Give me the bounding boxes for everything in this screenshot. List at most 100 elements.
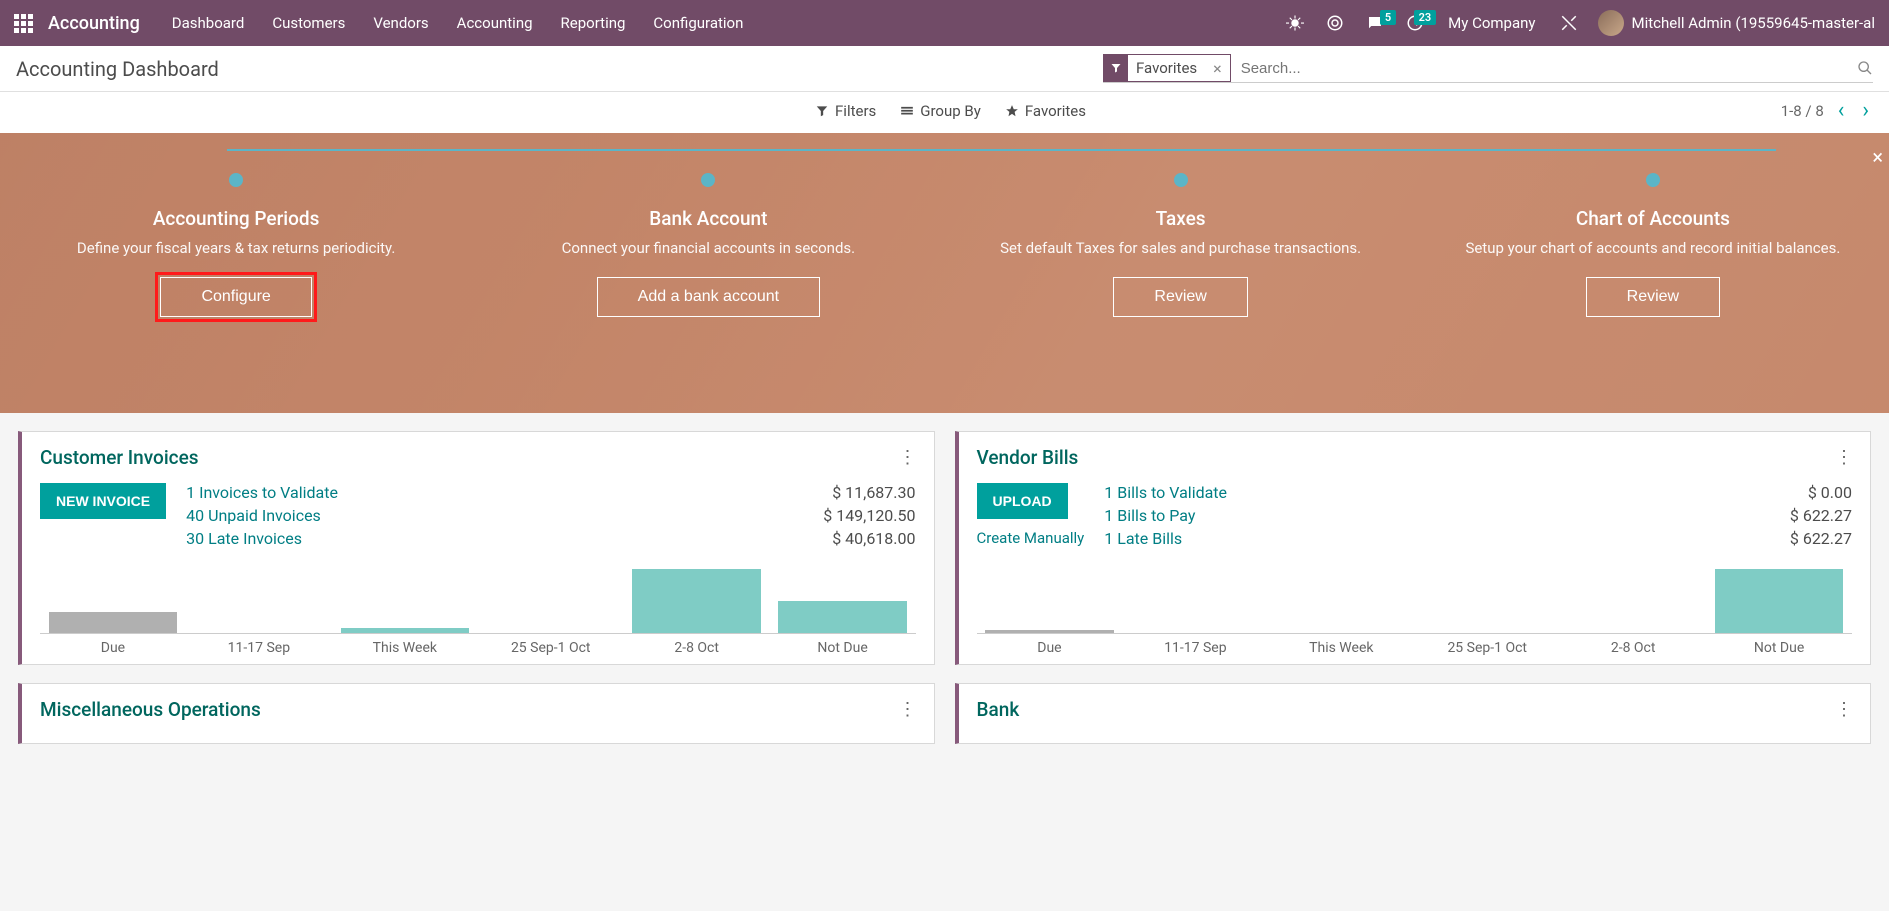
stat-label[interactable]: 1 Invoices to Validate bbox=[186, 483, 338, 502]
chart-label: Due bbox=[977, 640, 1123, 656]
card-misc-operations: Miscellaneous Operations ⋮ bbox=[18, 683, 935, 744]
company-switcher[interactable]: My Company bbox=[1438, 14, 1545, 32]
stat-label[interactable]: 40 Unpaid Invoices bbox=[186, 506, 321, 525]
card-title[interactable]: Miscellaneous Operations bbox=[40, 698, 261, 721]
search-facet: Favorites × bbox=[1103, 54, 1231, 82]
step-2: Taxes Set default Taxes for sales and pu… bbox=[945, 173, 1417, 317]
activities-badge: 23 bbox=[1414, 10, 1437, 25]
nav-accounting[interactable]: Accounting bbox=[443, 0, 547, 46]
bar-column bbox=[332, 564, 478, 633]
bug-icon[interactable] bbox=[1278, 6, 1312, 40]
step-title: Chart of Accounts bbox=[1437, 207, 1869, 230]
card-title[interactable]: Vendor Bills bbox=[977, 446, 1079, 469]
stat-row: 1 Bills to Validate$ 0.00 bbox=[1104, 483, 1852, 502]
stat-value: $ 40,618.00 bbox=[832, 529, 915, 548]
nav-reporting[interactable]: Reporting bbox=[547, 0, 640, 46]
bar-column bbox=[1414, 564, 1560, 633]
user-name: Mitchell Admin (19559645-master-al bbox=[1632, 14, 1875, 32]
bar-column bbox=[40, 564, 186, 633]
bar-column bbox=[770, 564, 916, 633]
search-input[interactable] bbox=[1237, 56, 1857, 81]
apps-icon[interactable] bbox=[8, 8, 38, 38]
support-icon[interactable] bbox=[1318, 6, 1352, 40]
kebab-icon[interactable]: ⋮ bbox=[899, 699, 916, 720]
chart-label: Not Due bbox=[1706, 640, 1852, 656]
step-3: Chart of Accounts Setup your chart of ac… bbox=[1417, 173, 1889, 317]
bar bbox=[632, 569, 760, 633]
step-button[interactable]: Review bbox=[1586, 277, 1720, 317]
stat-value: $ 149,120.50 bbox=[823, 506, 915, 525]
stat-row: 1 Late Bills$ 622.27 bbox=[1104, 529, 1852, 548]
chart-label: 25 Sep-1 Oct bbox=[478, 640, 624, 656]
create-manually-link[interactable]: Create Manually bbox=[977, 529, 1085, 547]
stat-label[interactable]: 1 Late Bills bbox=[1104, 529, 1182, 548]
new-invoice-button[interactable]: NEW INVOICE bbox=[40, 483, 166, 519]
chart-label: Not Due bbox=[770, 640, 916, 656]
step-dot bbox=[1174, 173, 1188, 187]
search-icon[interactable] bbox=[1857, 60, 1873, 76]
close-icon[interactable]: × bbox=[1872, 145, 1883, 169]
stat-label[interactable]: 1 Bills to Validate bbox=[1104, 483, 1227, 502]
stat-row: 40 Unpaid Invoices $ 149,120.50 bbox=[186, 506, 915, 525]
bar bbox=[49, 612, 177, 633]
toolbar: Filters Group By Favorites 1-8 / 8 ‹ › bbox=[0, 92, 1889, 133]
step-desc: Set default Taxes for sales and purchase… bbox=[965, 238, 1397, 259]
chart-label: Due bbox=[40, 640, 186, 656]
step-button[interactable]: Review bbox=[1113, 277, 1247, 317]
activities-icon[interactable]: 23 bbox=[1398, 6, 1432, 40]
step-title: Accounting Periods bbox=[20, 207, 452, 230]
bar-column bbox=[186, 564, 332, 633]
step-dot bbox=[229, 173, 243, 187]
kebab-icon[interactable]: ⋮ bbox=[1835, 699, 1852, 720]
tools-icon[interactable] bbox=[1552, 6, 1586, 40]
stat-label[interactable]: 30 Late Invoices bbox=[186, 529, 302, 548]
favorites-button[interactable]: Favorites bbox=[1005, 102, 1086, 120]
stat-row: 30 Late Invoices $ 40,618.00 bbox=[186, 529, 915, 548]
bar bbox=[778, 601, 906, 633]
step-button[interactable]: Configure bbox=[160, 277, 311, 317]
stat-label[interactable]: 1 Bills to Pay bbox=[1104, 506, 1195, 525]
chart-vendor-bills bbox=[977, 564, 1853, 634]
facet-remove[interactable]: × bbox=[1205, 59, 1230, 78]
step-desc: Define your fiscal years & tax returns p… bbox=[20, 238, 452, 259]
kebab-icon[interactable]: ⋮ bbox=[1835, 447, 1852, 468]
chart-customer-invoices bbox=[40, 564, 916, 634]
filter-icon bbox=[1104, 54, 1128, 82]
nav-customers[interactable]: Customers bbox=[258, 0, 359, 46]
facet-label: Favorites bbox=[1128, 59, 1205, 77]
bar-column bbox=[624, 564, 770, 633]
chart-label: 11-17 Sep bbox=[186, 640, 332, 656]
step-title: Taxes bbox=[965, 207, 1397, 230]
messages-badge: 5 bbox=[1380, 10, 1396, 25]
bar bbox=[341, 628, 469, 633]
pager: 1-8 / 8 ‹ › bbox=[1781, 98, 1873, 123]
nav-vendors[interactable]: Vendors bbox=[359, 0, 442, 46]
step-1: Bank Account Connect your financial acco… bbox=[472, 173, 944, 317]
card-customer-invoices: Customer Invoices ⋮ NEW INVOICE 1 Invoic… bbox=[18, 431, 935, 665]
filters-button[interactable]: Filters bbox=[815, 102, 876, 120]
card-title[interactable]: Customer Invoices bbox=[40, 446, 199, 469]
bar bbox=[985, 630, 1113, 633]
search-bar[interactable]: Favorites × bbox=[1103, 54, 1873, 83]
card-title[interactable]: Bank bbox=[977, 698, 1020, 721]
groupby-button[interactable]: Group By bbox=[900, 102, 981, 120]
app-name[interactable]: Accounting bbox=[48, 13, 140, 34]
stat-row: 1 Bills to Pay$ 622.27 bbox=[1104, 506, 1852, 525]
bar-column bbox=[1268, 564, 1414, 633]
pager-next[interactable]: › bbox=[1858, 98, 1873, 123]
chart-label: 25 Sep-1 Oct bbox=[1414, 640, 1560, 656]
nav-dashboard[interactable]: Dashboard bbox=[158, 0, 259, 46]
upload-button[interactable]: UPLOAD bbox=[977, 483, 1068, 519]
chart-label: This Week bbox=[1268, 640, 1414, 656]
chart-label: This Week bbox=[332, 640, 478, 656]
nav-menu: Dashboard Customers Vendors Accounting R… bbox=[158, 0, 758, 46]
nav-configuration[interactable]: Configuration bbox=[639, 0, 757, 46]
kebab-icon[interactable]: ⋮ bbox=[899, 447, 916, 468]
step-dot bbox=[1646, 173, 1660, 187]
messages-icon[interactable]: 5 bbox=[1358, 6, 1392, 40]
user-menu[interactable]: Mitchell Admin (19559645-master-al bbox=[1592, 10, 1881, 36]
step-button[interactable]: Add a bank account bbox=[597, 277, 820, 317]
control-row: Accounting Dashboard Favorites × bbox=[0, 46, 1889, 92]
step-0: Accounting Periods Define your fiscal ye… bbox=[0, 173, 472, 317]
pager-prev[interactable]: ‹ bbox=[1834, 98, 1849, 123]
